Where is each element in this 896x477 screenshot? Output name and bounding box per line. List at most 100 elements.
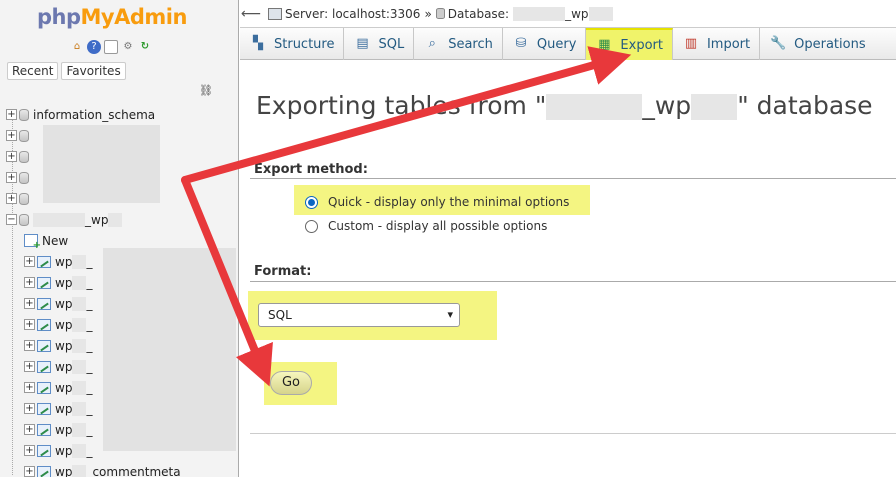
redacted-text <box>72 254 87 269</box>
table-icon <box>37 465 51 477</box>
phpmyadmin-logo[interactable]: phpMyAdmin <box>37 5 187 29</box>
settings-icon[interactable]: ⚙ <box>121 40 135 54</box>
table-suffix: _ <box>86 443 93 458</box>
expand-icon[interactable]: + <box>6 172 17 183</box>
table-icon <box>37 318 51 331</box>
main-panel: Exporting tables from " _wp " database Exp… <box>240 61 896 477</box>
radio-button-quick[interactable] <box>305 195 318 209</box>
breadcrumb: ⟵ Server: localhost:3306 » Database: _wp <box>240 0 896 28</box>
server-icon <box>268 7 282 20</box>
collapse-nav-icon[interactable]: ⟵ <box>240 6 262 22</box>
expand-icon[interactable]: + <box>24 340 35 351</box>
tab-import[interactable]: ▥ Import <box>673 28 761 60</box>
radio-custom-option[interactable]: Custom - display all possible options <box>305 219 547 233</box>
redacted-text <box>108 212 123 227</box>
radio-button-custom[interactable] <box>305 219 318 233</box>
redacted-text <box>72 296 87 311</box>
nav-tabs: Recent Favorites <box>7 62 126 80</box>
tab-search[interactable]: ⌕ Search <box>414 28 503 60</box>
table-suffix: _ <box>86 338 93 353</box>
redacted-text <box>72 275 87 290</box>
tab-structure[interactable]: ▚ Structure <box>240 28 345 60</box>
format-select[interactable]: SQL ▾ <box>258 303 460 327</box>
tab-label: Search <box>448 36 493 52</box>
nav-tab-recent[interactable]: Recent <box>7 62 59 80</box>
link-with-main-panel-icon[interactable]: ⛓ <box>199 84 213 97</box>
table-icon <box>37 360 51 373</box>
table-icon <box>37 381 51 394</box>
tree-table-row[interactable]: + wp _commentmeta <box>6 461 238 477</box>
title-db-name: _wp <box>642 91 692 120</box>
expand-icon[interactable]: + <box>6 109 17 120</box>
expand-icon[interactable]: + <box>24 277 35 288</box>
redacted-text <box>72 443 87 458</box>
reload-icon[interactable]: ↻ <box>138 40 152 54</box>
expand-icon[interactable]: + <box>24 424 35 435</box>
new-table-icon <box>24 234 41 251</box>
redacted-text <box>33 212 85 227</box>
main-tab-bar: ▚ Structure ▤ SQL ⌕ Search ⛁ Query ▦ Exp… <box>240 28 896 60</box>
nav-tab-favorites[interactable]: Favorites <box>61 62 126 80</box>
tab-label: Export <box>620 37 663 53</box>
go-button[interactable]: Go <box>270 371 312 395</box>
table-suffix: _commentmeta <box>86 464 181 477</box>
table-icon <box>37 423 51 436</box>
sql-icon: ▤ <box>356 36 369 51</box>
breadcrumb-database-name[interactable]: _wp <box>565 7 588 21</box>
redacted-text <box>588 6 613 21</box>
breadcrumb-separator: » <box>424 6 432 21</box>
radio-quick-option[interactable]: Quick - display only the minimal options <box>305 195 569 209</box>
radio-label-quick[interactable]: Quick - display only the minimal options <box>328 195 569 209</box>
table-prefix: wp <box>55 296 73 311</box>
docs-icon[interactable] <box>104 40 118 54</box>
format-select-value: SQL <box>268 308 292 322</box>
table-prefix: wp <box>55 422 73 437</box>
section-divider <box>250 281 896 282</box>
expand-icon[interactable]: + <box>24 319 35 330</box>
radio-label-custom[interactable]: Custom - display all possible options <box>328 219 547 233</box>
tab-query[interactable]: ⛁ Query <box>503 28 587 60</box>
import-icon: ▥ <box>684 36 698 51</box>
help-icon[interactable]: ? <box>87 40 101 54</box>
expand-icon[interactable]: + <box>24 466 35 477</box>
table-icon <box>37 444 51 457</box>
expand-icon[interactable]: + <box>24 256 35 267</box>
database-icon <box>19 171 29 184</box>
table-suffix: _ <box>86 254 93 269</box>
tab-export[interactable]: ▦ Export <box>586 28 673 60</box>
section-divider <box>250 178 896 179</box>
table-icon <box>37 297 51 310</box>
expand-icon[interactable]: + <box>6 193 17 204</box>
database-icon <box>435 8 445 19</box>
table-suffix: _ <box>86 380 93 395</box>
table-icon <box>37 402 51 415</box>
tab-operations[interactable]: 🔧 Operations <box>760 28 874 60</box>
search-icon: ⌕ <box>428 36 436 51</box>
breadcrumb-database-label[interactable]: Database: <box>448 7 509 21</box>
breadcrumb-server[interactable]: Server: localhost:3306 <box>285 7 420 21</box>
expand-icon[interactable]: + <box>24 361 35 372</box>
database-icon <box>19 129 29 142</box>
tree-db-information-schema[interactable]: + information_schema <box>6 104 238 125</box>
tab-label: Operations <box>794 36 866 52</box>
home-icon[interactable]: ⌂ <box>70 40 84 54</box>
expand-icon[interactable]: + <box>24 382 35 393</box>
tab-sql[interactable]: ▤ SQL <box>344 28 415 60</box>
expand-icon[interactable]: + <box>24 403 35 414</box>
expand-icon[interactable]: + <box>24 445 35 456</box>
table-suffix: _ <box>86 422 93 437</box>
table-prefix: wp <box>55 254 73 269</box>
logo-myadmin: MyAdmin <box>80 5 188 29</box>
table-suffix: _ <box>86 359 93 374</box>
chevron-down-icon: ▾ <box>447 308 453 321</box>
table-prefix: wp <box>55 317 73 332</box>
table-prefix: wp <box>55 464 73 477</box>
expand-icon[interactable]: + <box>6 151 17 162</box>
redacted-text <box>72 317 87 332</box>
tree-db-wp[interactable]: − _wp <box>6 209 238 230</box>
structure-icon: ▚ <box>253 36 263 51</box>
table-icon <box>37 339 51 352</box>
collapse-icon[interactable]: − <box>6 214 17 225</box>
expand-icon[interactable]: + <box>24 298 35 309</box>
expand-icon[interactable]: + <box>6 130 17 141</box>
